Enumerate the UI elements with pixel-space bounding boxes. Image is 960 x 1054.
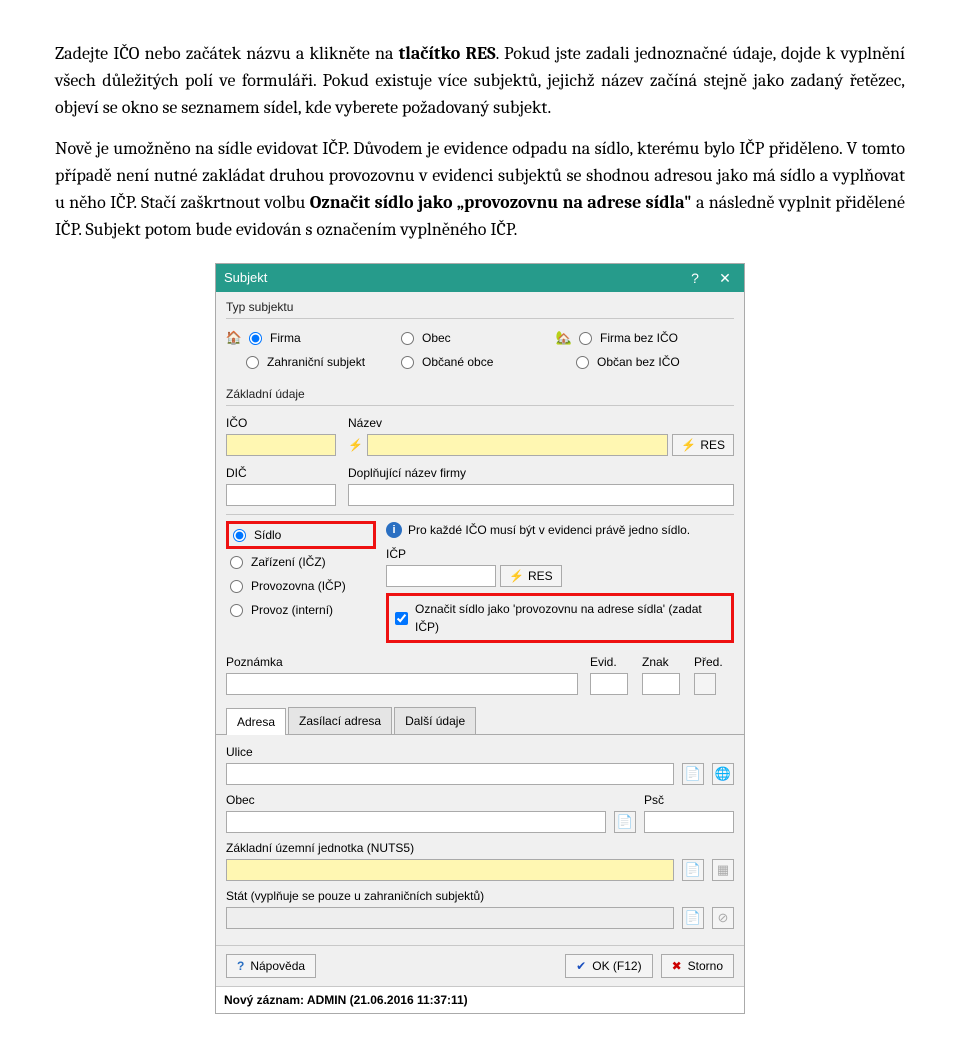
statusbar: Nový záznam: ADMIN (21.06.2016 11:37:11)	[216, 986, 744, 1013]
nuts-input[interactable]	[226, 859, 674, 881]
obec-label: Obec	[226, 791, 606, 809]
bolt-icon: ⚡	[348, 436, 363, 454]
globe-icon[interactable]: 🌐	[712, 763, 734, 785]
x-icon: ✖	[672, 957, 682, 975]
ok-button[interactable]: ✔ OK (F12)	[565, 954, 652, 978]
znak-input[interactable]	[642, 673, 680, 695]
radio-provoz[interactable]: Provoz (interní)	[230, 601, 376, 619]
radio-obcane-obce[interactable]: Občané obce	[401, 353, 556, 371]
obec-input[interactable]	[226, 811, 606, 833]
dopln-label: Doplňující název firmy	[348, 464, 734, 482]
paragraph-1: Zadejte IČO nebo začátek názvu a kliknět…	[55, 40, 905, 121]
check-icon: ✔	[576, 957, 586, 975]
storno-button[interactable]: ✖ Storno	[661, 954, 734, 978]
radio-firma[interactable]: 🏠 Firma	[226, 329, 401, 347]
stat-label: Stát (vyplňuje se pouze u zahraničních s…	[226, 887, 674, 905]
psc-label: Psč	[644, 791, 734, 809]
tab-dalsi[interactable]: Další údaje	[394, 707, 476, 734]
help-button[interactable]: ? Nápověda	[226, 954, 316, 978]
question-icon: ?	[237, 957, 244, 975]
icp-input[interactable]	[386, 565, 496, 587]
radio-sidlo[interactable]: Sídlo	[233, 526, 369, 544]
titlebar: Subjekt ? ✕	[216, 264, 744, 292]
poznamka-label: Poznámka	[226, 653, 578, 671]
close-icon[interactable]: ✕	[714, 267, 736, 289]
ico-label: IČO	[226, 414, 336, 432]
radio-obec[interactable]: Obec	[401, 329, 556, 347]
clear-icon: ⊘	[712, 907, 734, 929]
stat-input	[226, 907, 674, 929]
pred-checkbox[interactable]	[694, 673, 716, 695]
tab-adresa[interactable]: Adresa	[226, 708, 286, 735]
document-body: Zadejte IČO nebo začátek názvu a kliknět…	[55, 40, 905, 243]
radio-provozovna[interactable]: Provozovna (IČP)	[230, 577, 376, 595]
note4-icon: 📄	[682, 907, 704, 929]
checkbox-label: Označit sídlo jako 'provozovnu na adrese…	[415, 600, 725, 636]
ulice-label: Ulice	[226, 743, 674, 761]
note-icon[interactable]: 📄	[682, 763, 704, 785]
dopln-input[interactable]	[348, 484, 734, 506]
window-title: Subjekt	[224, 268, 676, 288]
bolt-icon: ⚡	[509, 567, 524, 585]
pred-label: Před.	[694, 653, 734, 671]
poznamka-input[interactable]	[226, 673, 578, 695]
sidlo-highlight: Sídlo	[226, 521, 376, 549]
tab-zasilaci[interactable]: Zasílací adresa	[288, 707, 392, 734]
note3-icon[interactable]: 📄	[682, 859, 704, 881]
psc-input[interactable]	[644, 811, 734, 833]
radio-zarizeni[interactable]: Zařízení (IČZ)	[230, 553, 376, 571]
dic-input[interactable]	[226, 484, 336, 506]
evid-label: Evid.	[590, 653, 630, 671]
bolt-icon: ⚡	[681, 436, 696, 454]
nazev-label: Název	[348, 414, 734, 432]
dic-label: DIČ	[226, 464, 336, 482]
footer-bar: ? Nápověda ✔ OK (F12) ✖ Storno	[216, 945, 744, 986]
nuts-label: Základní územní jednotka (NUTS5)	[226, 839, 674, 857]
section-basic-label: Základní údaje	[226, 385, 744, 403]
checkbox-highlight: Označit sídlo jako 'provozovnu na adrese…	[386, 593, 734, 643]
type-radio-group: 🏠 Firma Obec 🏡 Firma bez IČO Zahraniční …	[216, 325, 744, 379]
radio-obcan-bez-ico[interactable]: Občan bez IČO	[556, 353, 744, 371]
info-line: i Pro každé IČO musí být v evidenci práv…	[386, 521, 734, 539]
res-button[interactable]: ⚡ RES	[672, 434, 734, 456]
subjekt-window: Subjekt ? ✕ Typ subjektu 🏠 Firma Obec 🏡 …	[215, 263, 745, 1014]
info-icon: i	[386, 522, 402, 538]
tab-body-adresa: Ulice 📄 🌐 Obec 📄 Psč Základní územní jed…	[216, 734, 744, 945]
icp-label: IČP	[386, 545, 734, 563]
house2-icon: 🏡	[556, 330, 572, 346]
tabs: Adresa Zasílací adresa Další údaje	[216, 701, 744, 734]
nazev-input[interactable]	[367, 434, 668, 456]
note2-icon[interactable]: 📄	[614, 811, 636, 833]
radio-firma-bez-ico[interactable]: 🏡 Firma bez IČO	[556, 329, 744, 347]
help-icon[interactable]: ?	[684, 267, 706, 289]
section-type-label: Typ subjektu	[226, 298, 744, 316]
house-icon: 🏠	[226, 330, 242, 346]
oznacit-sidlo-checkbox[interactable]	[395, 612, 408, 625]
ulice-input[interactable]	[226, 763, 674, 785]
paragraph-2: Nově je umožněno na sídle evidovat IČP. …	[55, 135, 905, 243]
ico-input[interactable]	[226, 434, 336, 456]
radio-zahranicni[interactable]: Zahraniční subjekt	[226, 353, 401, 371]
znak-label: Znak	[642, 653, 682, 671]
map-icon: ▦	[712, 859, 734, 881]
evid-input[interactable]	[590, 673, 628, 695]
icp-res-button[interactable]: ⚡ RES	[500, 565, 562, 587]
